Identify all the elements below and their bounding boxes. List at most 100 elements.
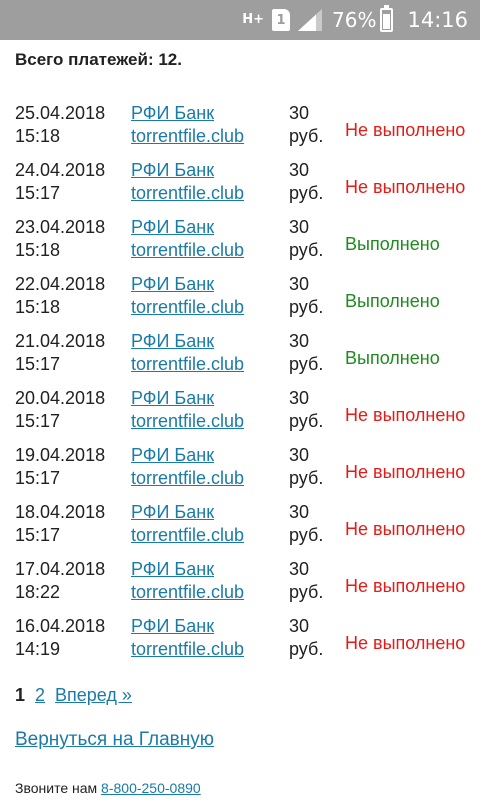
payment-row: 19.04.2018 15:17 РФИ Банк torrentfile.cl… (15, 444, 475, 501)
payment-time: 15:18 (15, 240, 61, 260)
payment-amount-value: 30 (289, 103, 310, 123)
payee-site-link[interactable]: torrentfile.club (131, 581, 289, 604)
payment-row: 23.04.2018 15:18 РФИ Банк torrentfile.cl… (15, 216, 475, 273)
payment-status: Не выполнено (345, 558, 475, 615)
payment-time: 14:19 (15, 639, 61, 659)
footer-contact: Звоните нам 8-800-250-0890 (15, 780, 201, 796)
payee-bank-link[interactable]: РФИ Банк (131, 387, 289, 410)
payment-amount: 30 руб. (289, 387, 345, 444)
payment-amount: 30 руб. (289, 444, 345, 501)
payment-amount: 30 руб. (289, 615, 345, 672)
payment-amount-value: 30 (289, 616, 310, 636)
payment-status-text: Не выполнено (345, 462, 466, 482)
payment-status-text: Не выполнено (345, 519, 466, 539)
battery-icon (380, 5, 394, 32)
payment-amount-value: 30 (289, 331, 310, 351)
payment-amount-value: 30 (289, 388, 310, 408)
payment-amount-value: 30 (289, 274, 310, 294)
footer-phone-link[interactable]: 8-800-250-0890 (101, 780, 201, 796)
payee-site-link[interactable]: torrentfile.club (131, 353, 289, 376)
signal-strength-icon (298, 9, 323, 31)
payment-amount-value: 30 (289, 502, 310, 522)
payments-table: 25.04.2018 15:18 РФИ Банк torrentfile.cl… (15, 102, 475, 672)
payment-amount: 30 руб. (289, 216, 345, 273)
payment-date: 20.04.2018 (15, 388, 106, 408)
payment-status-text: Не выполнено (345, 120, 466, 140)
payee-site-link[interactable]: torrentfile.club (131, 467, 289, 490)
payment-datetime: 19.04.2018 15:17 (15, 444, 131, 501)
payment-row: 16.04.2018 14:19 РФИ Банк torrentfile.cl… (15, 615, 475, 672)
payment-date: 16.04.2018 (15, 616, 106, 636)
payment-datetime: 17.04.2018 18:22 (15, 558, 131, 615)
payment-payee: РФИ Банк torrentfile.club (131, 216, 289, 273)
payment-currency: руб. (289, 525, 324, 545)
payee-bank-link[interactable]: РФИ Банк (131, 102, 289, 125)
payment-datetime: 20.04.2018 15:17 (15, 387, 131, 444)
payment-status-text: Не выполнено (345, 405, 466, 425)
payment-amount: 30 руб. (289, 558, 345, 615)
payment-time: 15:18 (15, 297, 61, 317)
payment-time: 15:18 (15, 126, 61, 146)
payment-datetime: 21.04.2018 15:17 (15, 330, 131, 387)
payment-datetime: 22.04.2018 15:18 (15, 273, 131, 330)
payee-bank-link[interactable]: РФИ Банк (131, 330, 289, 353)
payee-bank-link[interactable]: РФИ Банк (131, 501, 289, 524)
payee-site-link[interactable]: torrentfile.club (131, 125, 289, 148)
payment-time: 15:17 (15, 183, 61, 203)
payment-row: 20.04.2018 15:17 РФИ Банк torrentfile.cl… (15, 387, 475, 444)
payment-currency: руб. (289, 183, 324, 203)
pagination-next-link[interactable]: Вперед » (55, 685, 132, 706)
payee-site-link[interactable]: torrentfile.club (131, 410, 289, 433)
payment-amount-value: 30 (289, 445, 310, 465)
pagination-current-page: 1 (15, 685, 26, 705)
payment-time: 18:22 (15, 582, 61, 602)
payment-currency: руб. (289, 354, 324, 374)
payment-currency: руб. (289, 411, 324, 431)
pagination-page-2[interactable]: 2 (35, 685, 45, 706)
back-to-home-link[interactable]: Вернуться на Главную (15, 729, 214, 751)
payment-status-text: Не выполнено (345, 177, 466, 197)
payee-bank-link[interactable]: РФИ Банк (131, 444, 289, 467)
payment-datetime: 16.04.2018 14:19 (15, 615, 131, 672)
sim-card-icon: 1 (272, 9, 291, 31)
payment-row: 24.04.2018 15:17 РФИ Банк torrentfile.cl… (15, 159, 475, 216)
payment-currency: руб. (289, 126, 324, 146)
payment-payee: РФИ Банк torrentfile.club (131, 273, 289, 330)
clock: 14:16 (407, 8, 468, 32)
payment-date: 22.04.2018 (15, 274, 106, 294)
footer-call-label: Звоните нам (15, 780, 98, 796)
payee-site-link[interactable]: torrentfile.club (131, 638, 289, 661)
payment-datetime: 18.04.2018 15:17 (15, 501, 131, 558)
payment-payee: РФИ Банк torrentfile.club (131, 444, 289, 501)
payment-currency: руб. (289, 582, 324, 602)
payee-bank-link[interactable]: РФИ Банк (131, 615, 289, 638)
payment-amount: 30 руб. (289, 501, 345, 558)
payment-currency: руб. (289, 639, 324, 659)
payment-status: Выполнено (345, 330, 475, 387)
payment-payee: РФИ Банк torrentfile.club (131, 615, 289, 672)
payment-status: Не выполнено (345, 501, 475, 558)
payment-payee: РФИ Банк torrentfile.club (131, 159, 289, 216)
payment-payee: РФИ Банк torrentfile.club (131, 330, 289, 387)
payment-status: Не выполнено (345, 615, 475, 672)
payment-status-text: Выполнено (345, 291, 440, 311)
payee-site-link[interactable]: torrentfile.club (131, 239, 289, 262)
payment-status: Выполнено (345, 273, 475, 330)
payments-summary: Всего платежей: 12. (15, 50, 182, 69)
payee-site-link[interactable]: torrentfile.club (131, 182, 289, 205)
payment-payee: РФИ Банк torrentfile.club (131, 558, 289, 615)
payee-site-link[interactable]: torrentfile.club (131, 296, 289, 319)
payment-payee: РФИ Банк torrentfile.club (131, 102, 289, 159)
payment-currency: руб. (289, 297, 324, 317)
payment-payee: РФИ Банк torrentfile.club (131, 501, 289, 558)
payee-bank-link[interactable]: РФИ Банк (131, 558, 289, 581)
payee-bank-link[interactable]: РФИ Банк (131, 216, 289, 239)
payment-datetime: 24.04.2018 15:17 (15, 159, 131, 216)
payment-time: 15:17 (15, 468, 61, 488)
payee-bank-link[interactable]: РФИ Банк (131, 159, 289, 182)
network-type-icon: H+ (242, 12, 265, 27)
payment-status: Не выполнено (345, 387, 475, 444)
payee-site-link[interactable]: torrentfile.club (131, 524, 289, 547)
payee-bank-link[interactable]: РФИ Банк (131, 273, 289, 296)
payment-datetime: 23.04.2018 15:18 (15, 216, 131, 273)
